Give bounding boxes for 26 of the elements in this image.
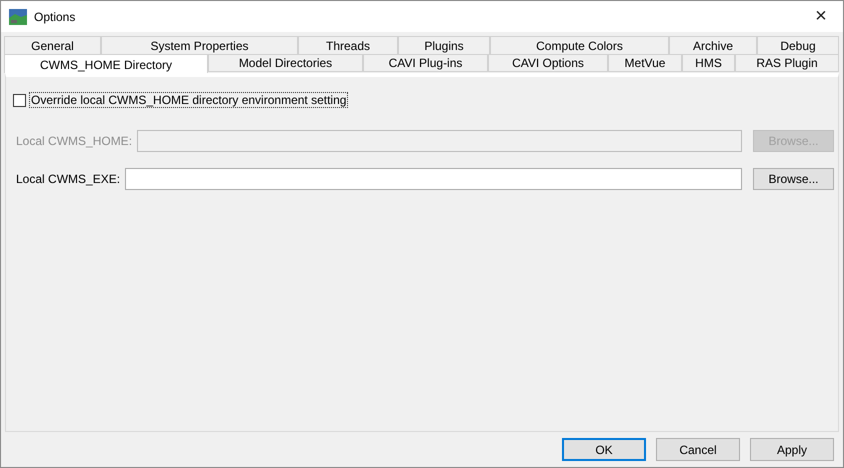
close-button[interactable]: ×	[799, 5, 843, 28]
tab[interactable]: Threads	[298, 36, 398, 54]
dialog-button[interactable]: Apply	[750, 438, 834, 461]
tab[interactable]: RAS Plugin	[735, 54, 839, 72]
tab[interactable]: MetVue	[608, 54, 682, 72]
tab[interactable]: Compute Colors	[490, 36, 669, 54]
dialog-button[interactable]: Cancel	[656, 438, 740, 461]
field-label: Local CWMS_HOME:	[16, 134, 132, 148]
tab[interactable]: Debug	[757, 36, 839, 54]
browse-button[interactable]: Browse...	[753, 168, 834, 190]
tab[interactable]: General	[4, 36, 101, 54]
field-label: Local CWMS_EXE:	[16, 172, 120, 186]
dialog-button[interactable]: OK	[562, 438, 646, 461]
app-icon	[9, 8, 27, 24]
path-field[interactable]	[125, 168, 742, 190]
window-title: Options	[34, 10, 76, 24]
tab[interactable]: System Properties	[101, 36, 298, 54]
checkbox[interactable]	[13, 94, 26, 106]
tab[interactable]: CWMS_HOME Directory	[4, 54, 208, 73]
tab[interactable]: HMS	[682, 54, 735, 72]
tab[interactable]: CAVI Options	[488, 54, 608, 72]
tab[interactable]: Model Directories	[208, 54, 363, 72]
tab[interactable]: CAVI Plug-ins	[363, 54, 488, 72]
tab[interactable]: Plugins	[398, 36, 490, 54]
checkbox-label[interactable]: Override local CWMS_HOME directory environment setting	[30, 93, 348, 107]
tab[interactable]: Archive	[669, 36, 757, 54]
